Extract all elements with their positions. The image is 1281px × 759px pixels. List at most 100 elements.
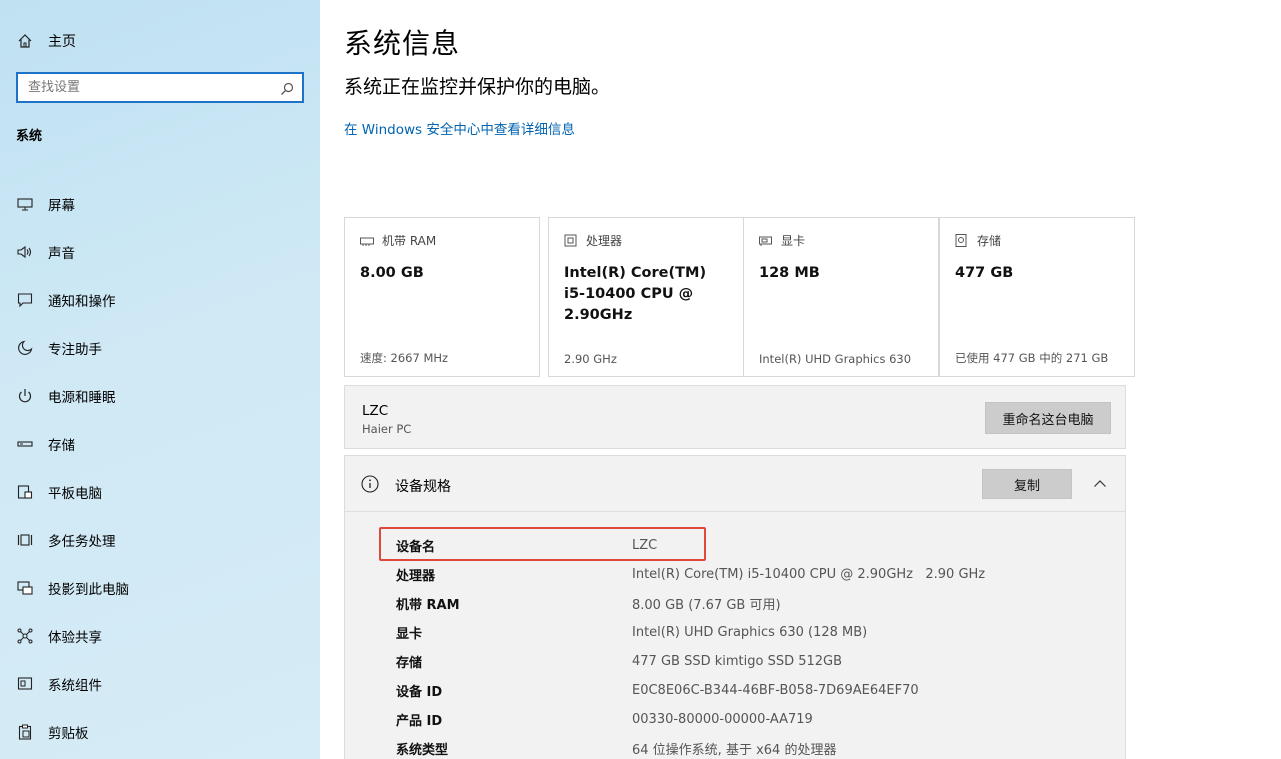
spec-row-device-name: 设备名 LZC [396,531,1096,560]
spec-row-processor: 处理器 Intel(R) Core(TM) i5-10400 CPU @ 2.9… [396,560,1096,589]
spec-row-product-id: 产品 ID 00330-80000-00000-AA719 [396,705,1096,734]
sidebar-item-power-sleep[interactable]: 电源和睡眠 [16,372,306,420]
card-value: 477 GB [955,265,1014,281]
hard-drive-icon [955,234,969,248]
memory-icon [360,234,374,248]
spec-value: 477 GB SSD kimtigo SSD 512GB [632,654,843,669]
sidebar-item-label: 专注助手 [48,342,102,358]
sidebar-item-multitasking[interactable]: 多任务处理 [16,516,306,564]
page-subtitle: 系统正在监控并保护你的电脑。 [344,76,611,98]
sidebar-item-label: 存储 [48,438,75,454]
spec-value: Intel(R) UHD Graphics 630 (128 MB) [632,625,868,640]
spec-row-device-id: 设备 ID E0C8E06C-B344-46BF-B058-7D69AE64EF… [396,676,1096,705]
spec-value: 64 位操作系统, 基于 x64 的处理器 [632,743,837,758]
sidebar-item-label: 投影到此电脑 [48,582,129,598]
spec-label: 处理器 [396,569,436,584]
share-network-icon [16,627,34,645]
components-icon [16,675,34,693]
spec-label: 显卡 [396,627,423,642]
spec-value: Intel(R) Core(TM) i5-10400 CPU @ 2.90GHz… [632,567,986,582]
spec-value: LZC [632,538,658,553]
monitor-icon [16,195,34,213]
sidebar-item-focus-assist[interactable]: 专注助手 [16,324,306,372]
speaker-icon [16,243,34,261]
spec-label: 产品 ID [396,714,443,729]
sidebar-item-clipboard[interactable]: 剪贴板 [16,708,306,756]
search-input[interactable] [28,80,280,95]
card-value: 128 MB [759,265,820,281]
sidebar-item-label: 电源和睡眠 [48,390,116,406]
spec-row-storage: 存储 477 GB SSD kimtigo SSD 512GB [396,647,1096,676]
spec-value: E0C8E06C-B344-46BF-B058-7D69AE64EF70 [632,683,919,698]
ram-card: 机带 RAM 8.00 GB 速度: 2667 MHz [344,217,540,377]
sidebar-item-system-components[interactable]: 系统组件 [16,660,306,708]
sidebar-section-title: 系统 [16,129,43,144]
sidebar-item-storage[interactable]: 存储 [16,420,306,468]
rename-pc-button[interactable]: 重命名这台电脑 [985,402,1111,434]
sidebar-home[interactable]: 主页 [16,30,76,52]
message-icon [16,291,34,309]
search-icon[interactable] [280,81,294,95]
card-footnote: Intel(R) UHD Graphics 630 [759,352,912,366]
spec-value: 8.00 GB (7.67 GB 可用) [632,598,781,613]
sidebar-item-project-to-pc[interactable]: 投影到此电脑 [16,564,306,612]
sidebar-item-label: 屏幕 [48,198,75,214]
copy-button[interactable]: 复制 [982,469,1072,499]
sidebar-item-tablet[interactable]: 平板电脑 [16,468,306,516]
clipboard-icon [16,723,34,741]
multitask-icon [16,531,34,549]
sidebar-item-sound[interactable]: 声音 [16,228,306,276]
home-icon [16,32,34,50]
projection-icon [16,579,34,597]
search-box[interactable] [16,72,304,103]
card-label: 处理器 [586,234,623,248]
power-icon [16,387,34,405]
card-label: 显卡 [781,234,806,248]
card-value: 8.00 GB [360,265,424,281]
sidebar-item-label: 体验共享 [48,630,102,646]
security-center-link[interactable]: 在 Windows 安全中心中查看详细信息 [344,118,575,138]
sidebar-nav: 屏幕 声音 通知和操作 专注助手 电源和睡眠 存储 平板电脑 多任务处理 投影到… [16,180,306,756]
sidebar-item-label: 剪贴板 [48,726,89,742]
spec-label: 设备 ID [396,685,443,700]
spec-label: 系统类型 [396,743,449,758]
device-specs-panel: 设备规格 复制 设备名 LZC 处理器 Intel(R) Core(TM) i5… [344,455,1126,759]
sidebar-item-notifications[interactable]: 通知和操作 [16,276,306,324]
pc-model: Haier PC [362,422,412,436]
card-footnote: 2.90 GHz [564,352,617,366]
moon-icon [16,339,34,357]
spec-row-graphics: 显卡 Intel(R) UHD Graphics 630 (128 MB) [396,618,1096,647]
device-specs-list: 设备名 LZC 处理器 Intel(R) Core(TM) i5-10400 C… [396,531,1096,759]
chevron-up-icon[interactable] [1093,476,1107,490]
sidebar-home-label: 主页 [48,34,76,50]
card-value: Intel(R) Core(TM) i5-10400 CPU @ 2.90GHz [564,265,707,323]
spec-label: 存储 [396,656,423,671]
tablet-icon [16,483,34,501]
sidebar-item-label: 平板电脑 [48,486,102,502]
page-title: 系统信息 [344,27,461,60]
device-specs-header[interactable]: 设备规格 复制 [345,456,1125,512]
card-footnote: 速度: 2667 MHz [360,351,449,365]
spec-row-system-type: 系统类型 64 位操作系统, 基于 x64 的处理器 [396,734,1096,759]
sidebar-item-display[interactable]: 屏幕 [16,180,306,228]
spec-label: 机带 RAM [396,598,460,613]
spec-row-ram: 机带 RAM 8.00 GB (7.67 GB 可用) [396,589,1096,618]
spec-label: 设备名 [396,540,436,555]
card-footnote: 已使用 477 GB 中的 271 GB [955,351,1109,365]
graphics-card: 显卡 128 MB Intel(R) UHD Graphics 630 [743,217,939,377]
storage-card: 存储 477 GB 已使用 477 GB 中的 271 GB [939,217,1135,377]
graphics-card-icon [759,234,773,248]
sidebar-item-label: 系统组件 [48,678,102,694]
spec-value: 00330-80000-00000-AA719 [632,712,813,727]
pc-name: LZC [362,403,389,419]
cpu-icon [564,234,578,248]
info-icon [361,475,379,493]
summary-cards: 机带 RAM 8.00 GB 速度: 2667 MHz 处理器 Intel(R)… [344,217,1135,377]
device-specs-title: 设备规格 [395,479,451,495]
sidebar-item-shared-experiences[interactable]: 体验共享 [16,612,306,660]
sidebar-item-label: 声音 [48,246,75,262]
pc-name-bar: LZC Haier PC 重命名这台电脑 [344,385,1126,449]
card-label: 存储 [977,234,1002,248]
card-label: 机带 RAM [382,234,437,248]
processor-card: 处理器 Intel(R) Core(TM) i5-10400 CPU @ 2.9… [548,217,744,377]
